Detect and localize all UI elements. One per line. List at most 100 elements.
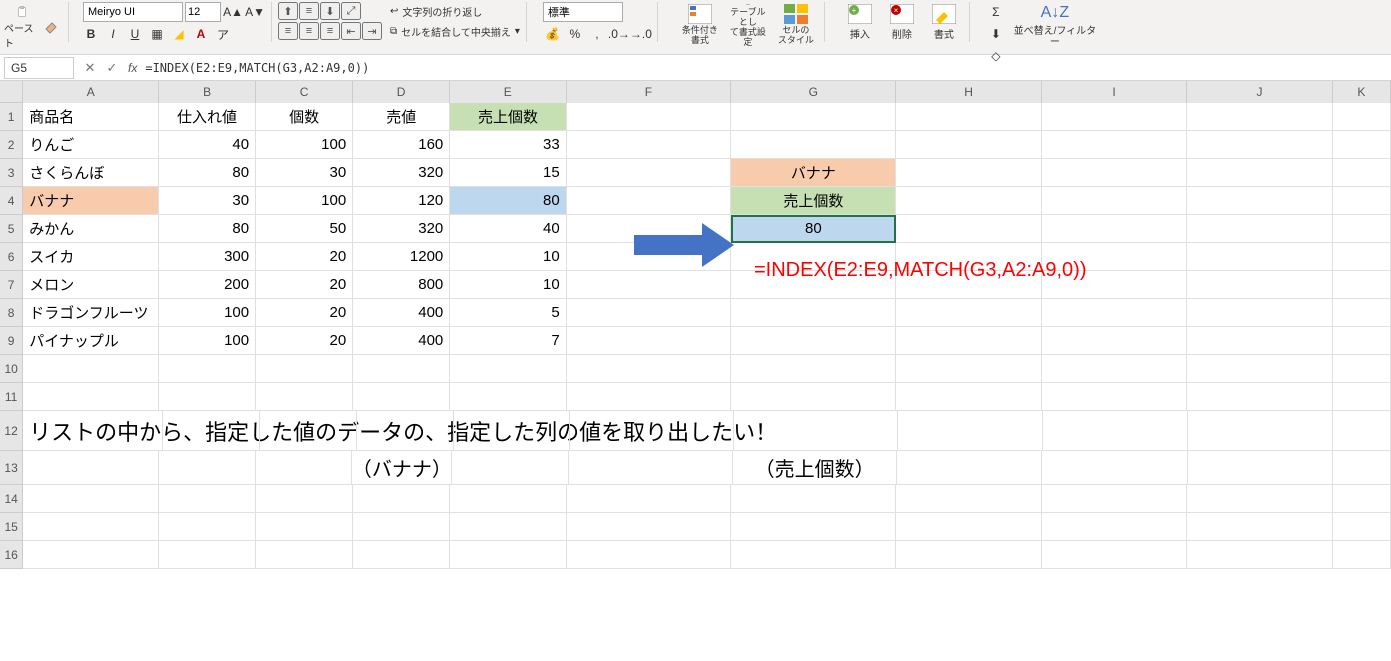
align-top-button[interactable]: ⬆	[278, 2, 298, 20]
cell[interactable]	[1333, 355, 1391, 383]
cell[interactable]	[567, 541, 732, 569]
cell[interactable]	[896, 327, 1041, 355]
col-header[interactable]: H	[896, 81, 1042, 103]
cell[interactable]	[731, 131, 896, 159]
cell[interactable]: 800	[353, 271, 450, 299]
cell[interactable]: 15	[450, 159, 566, 187]
cell[interactable]	[1333, 159, 1391, 187]
fill-button[interactable]: ⬇	[986, 24, 1006, 44]
col-header[interactable]: B	[159, 81, 256, 103]
cell[interactable]: 仕入れ値	[159, 103, 256, 131]
cell[interactable]	[896, 187, 1041, 215]
fx-icon[interactable]: fx	[128, 61, 137, 75]
cell[interactable]	[159, 513, 256, 541]
cell[interactable]	[896, 485, 1041, 513]
delete-cell-button[interactable]: × 削除	[883, 2, 921, 48]
cell[interactable]	[1187, 541, 1332, 569]
cell[interactable]	[1333, 485, 1391, 513]
cell[interactable]: 5	[450, 299, 566, 327]
cell[interactable]	[1333, 215, 1391, 243]
cell[interactable]	[731, 299, 896, 327]
col-header[interactable]: E	[450, 81, 566, 103]
explanation-sub2[interactable]: （売上個数）	[733, 451, 897, 485]
italic-button[interactable]: I	[103, 24, 123, 44]
select-all-button[interactable]	[0, 81, 23, 103]
formula-input[interactable]	[143, 57, 1391, 79]
bold-button[interactable]: B	[81, 24, 101, 44]
cell[interactable]	[23, 355, 159, 383]
row-header[interactable]: 6	[0, 243, 23, 271]
cell[interactable]	[567, 299, 732, 327]
cell-G4[interactable]: 売上個数	[731, 187, 896, 215]
cell[interactable]: スイカ	[23, 243, 159, 271]
cell[interactable]	[1042, 159, 1187, 187]
cell[interactable]	[454, 411, 570, 451]
col-header[interactable]: G	[731, 81, 896, 103]
cell[interactable]	[1188, 451, 1333, 485]
cell[interactable]	[1042, 451, 1187, 485]
row-header[interactable]: 4	[0, 187, 23, 215]
cell[interactable]: 320	[353, 159, 450, 187]
cell[interactable]: 400	[353, 299, 450, 327]
underline-button[interactable]: U	[125, 24, 145, 44]
cell[interactable]	[159, 355, 256, 383]
cell[interactable]: パイナップル	[23, 327, 159, 355]
align-center-button[interactable]: ≡	[299, 22, 319, 40]
cell[interactable]: 400	[353, 327, 450, 355]
cell[interactable]	[1187, 103, 1332, 131]
cell[interactable]: 100	[159, 299, 256, 327]
cell[interactable]	[353, 513, 450, 541]
cell[interactable]	[1043, 411, 1188, 451]
cell[interactable]	[23, 383, 159, 411]
cell[interactable]	[731, 541, 896, 569]
col-header[interactable]: I	[1042, 81, 1188, 103]
cell[interactable]	[567, 513, 732, 541]
cell[interactable]: メロン	[23, 271, 159, 299]
cell[interactable]	[896, 215, 1041, 243]
cell[interactable]	[1188, 411, 1333, 451]
cell[interactable]: 20	[256, 299, 353, 327]
cell[interactable]	[567, 187, 732, 215]
cell[interactable]	[567, 355, 732, 383]
cell[interactable]	[896, 159, 1041, 187]
cell[interactable]	[450, 485, 566, 513]
cell[interactable]	[1042, 327, 1187, 355]
col-header[interactable]: A	[23, 81, 159, 103]
cell[interactable]: 個数	[256, 103, 353, 131]
font-name-select[interactable]	[83, 2, 183, 22]
cell[interactable]	[353, 541, 450, 569]
cell[interactable]	[1042, 131, 1187, 159]
cell[interactable]	[1187, 513, 1332, 541]
cell[interactable]	[731, 383, 896, 411]
cell[interactable]	[1187, 271, 1332, 299]
cell[interactable]: 20	[256, 327, 353, 355]
cell[interactable]	[569, 451, 733, 485]
cell[interactable]: 20	[256, 271, 353, 299]
cell[interactable]: 40	[450, 215, 566, 243]
cell[interactable]: 10	[450, 243, 566, 271]
cell[interactable]	[256, 513, 353, 541]
row-header[interactable]: 3	[0, 159, 23, 187]
cell[interactable]	[1333, 411, 1391, 451]
cell[interactable]: 120	[353, 187, 450, 215]
cell[interactable]	[256, 451, 353, 485]
cell[interactable]: みかん	[23, 215, 159, 243]
cell[interactable]	[567, 485, 732, 513]
cell[interactable]: 10	[450, 271, 566, 299]
clear-button[interactable]: ◇	[986, 46, 1006, 66]
cell[interactable]	[23, 451, 158, 485]
row-header[interactable]: 1	[0, 103, 23, 131]
cell[interactable]	[1333, 327, 1391, 355]
cancel-formula-button[interactable]: ✕	[80, 58, 100, 78]
percent-button[interactable]: %	[565, 24, 585, 44]
cell[interactable]	[567, 271, 732, 299]
fill-color-button[interactable]: ◢	[169, 24, 189, 44]
border-button[interactable]: ▦	[147, 24, 167, 44]
cell[interactable]	[256, 355, 353, 383]
col-header[interactable]: D	[353, 81, 450, 103]
cell[interactable]: 80	[159, 159, 256, 187]
cell[interactable]	[452, 451, 568, 485]
currency-button[interactable]: 💰	[543, 24, 563, 44]
cell[interactable]	[1187, 215, 1332, 243]
cell[interactable]	[731, 103, 896, 131]
